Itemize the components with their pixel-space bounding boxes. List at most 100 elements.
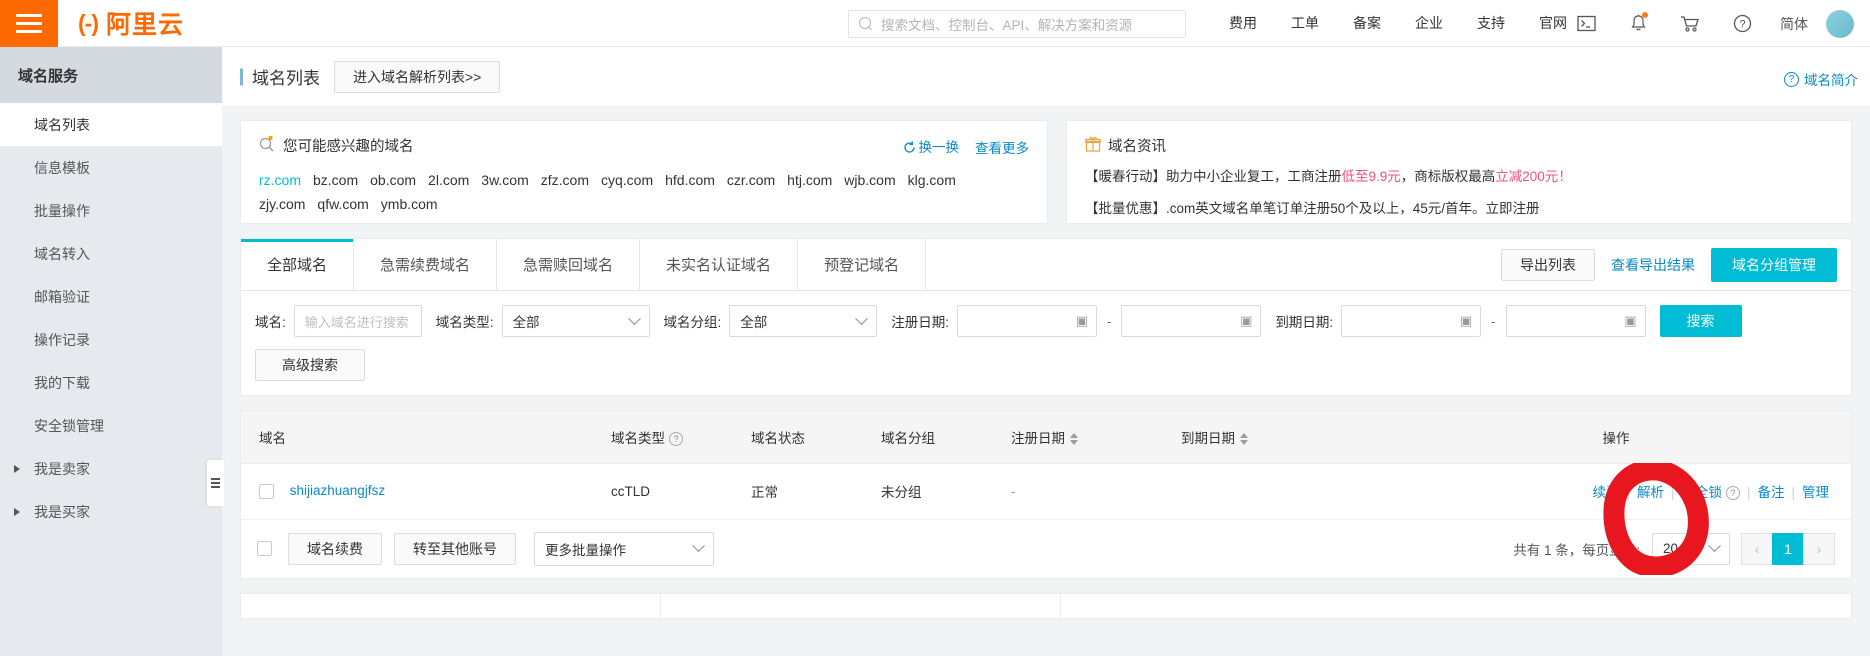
action-renew-link[interactable]: 续费 (1592, 485, 1619, 500)
row-checkbox[interactable] (259, 483, 274, 499)
sidebar-item-domain-list[interactable]: 域名列表 (0, 103, 222, 146)
calendar-icon: ▣ (1240, 313, 1253, 328)
sort-arrows-icon[interactable] (1240, 433, 1248, 446)
prev-page-button[interactable]: ‹ (1741, 532, 1773, 565)
question-mark-icon[interactable]: ? (1725, 486, 1740, 500)
page-size-select[interactable]: 20 (1652, 532, 1730, 565)
sidebar-item-my-downloads[interactable]: 我的下载 (0, 361, 222, 404)
domain-suggestion[interactable]: ob.com (370, 172, 416, 188)
domain-suggestion[interactable]: htj.com (787, 172, 832, 188)
page-header: 域名列表 进入域名解析列表>> ? 域名简介 (222, 47, 1870, 107)
global-search-box[interactable]: 搜索文档、控制台、API、解决方案和资源 (848, 10, 1186, 38)
bulk-transfer-account-button[interactable]: 转至其他账号 (394, 532, 516, 565)
terminal-icon[interactable] (1560, 0, 1612, 47)
next-page-button[interactable]: › (1803, 532, 1835, 565)
alibaba-cloud-logo[interactable]: (-) 阿里云 (78, 5, 184, 41)
sort-arrows-icon[interactable] (1070, 433, 1078, 446)
domain-table-card: 域名 域名类型? 域名状态 域名分组 注册日期 到期日期 操作 shijiazh… (240, 410, 1852, 579)
tab-redeem-urgent[interactable]: 急需赎回域名 (497, 239, 641, 290)
column-label: 域名分组 (881, 430, 935, 446)
nav-item-tickets[interactable]: 工单 (1274, 0, 1336, 47)
domain-suggestion[interactable]: bz.com (313, 172, 358, 188)
domain-type-select[interactable]: 全部 (501, 305, 650, 337)
domain-suggestion[interactable]: qfw.com (317, 196, 368, 212)
domain-suggestion[interactable]: wjb.com (844, 172, 895, 188)
domain-suggestion[interactable]: klg.com (908, 172, 956, 188)
exp-date-from-input[interactable]: ▣ (1341, 305, 1482, 337)
sidebar-item-security-lock[interactable]: 安全锁管理 (0, 404, 222, 447)
action-resolve-link[interactable]: 解析 (1637, 485, 1664, 500)
tab-unverified[interactable]: 未实名认证域名 (640, 239, 799, 290)
domain-suggestion[interactable]: zjy.com (259, 196, 305, 212)
domain-suggestion[interactable]: 2l.com (428, 172, 469, 188)
logo-mark-icon: (-) (78, 9, 99, 36)
sidebar-item-domain-transfer-in[interactable]: 域名转入 (0, 232, 222, 275)
tab-pre-registered[interactable]: 预登记域名 (798, 239, 927, 290)
export-list-button[interactable]: 导出列表 (1501, 248, 1595, 281)
nav-item-enterprise[interactable]: 企业 (1398, 0, 1460, 47)
sidebar-item-i-am-seller[interactable]: 我是卖家 (0, 447, 222, 490)
bulk-renew-button[interactable]: 域名续费 (288, 532, 382, 565)
notification-bell-icon[interactable] (1612, 0, 1664, 47)
hamburger-menu-icon[interactable] (0, 0, 58, 47)
action-remark-link[interactable]: 备注 (1757, 485, 1784, 500)
reg-date-to-input[interactable]: ▣ (1121, 305, 1262, 337)
sidebar-item-i-am-buyer[interactable]: 我是买家 (0, 490, 222, 533)
recommended-panel-title: 您可能感兴趣的域名 (283, 139, 414, 155)
domain-group-manage-button[interactable]: 域名分组管理 (1711, 247, 1837, 282)
refresh-recommendations-link[interactable]: 换一换 (903, 136, 959, 157)
exp-date-to-input[interactable]: ▣ (1505, 305, 1646, 337)
view-more-domains-link[interactable]: 查看更多 (975, 137, 1029, 157)
column-label: 操作 (1602, 430, 1630, 446)
bulk-more-operations-value: 更多批量操作 (545, 542, 626, 558)
nav-item-icp[interactable]: 备案 (1336, 0, 1398, 47)
shopping-cart-icon[interactable] (1664, 0, 1716, 47)
sidebar-item-email-verification[interactable]: 邮箱验证 (0, 275, 222, 318)
column-domain-type[interactable]: 域名类型? (611, 411, 751, 464)
page-number-1[interactable]: 1 (1772, 532, 1804, 565)
advanced-search-button[interactable]: 高级搜索 (255, 349, 365, 381)
domain-search-input[interactable]: 输入域名进行搜索 (293, 305, 422, 337)
action-separator: | (1670, 485, 1675, 500)
domain-suggestion[interactable]: hfd.com (665, 172, 715, 188)
domain-suggestion[interactable]: cyq.com (601, 172, 653, 188)
column-registration-date[interactable]: 注册日期 (1011, 411, 1181, 464)
enter-dns-list-button[interactable]: 进入域名解析列表>> (334, 60, 501, 93)
sidebar-title: 域名服务 (0, 47, 222, 103)
bulk-more-operations-select[interactable]: 更多批量操作 (534, 531, 714, 566)
domain-suggestion[interactable]: zfz.com (541, 172, 589, 188)
help-circle-icon[interactable]: ? (1716, 0, 1768, 47)
domain-suggestion[interactable]: ymb.com (381, 196, 438, 212)
language-switcher[interactable]: 简体 (1768, 14, 1820, 34)
view-export-result-link[interactable]: 查看导出结果 (1611, 255, 1695, 275)
domain-suggestion[interactable]: rz.com (259, 172, 301, 188)
user-avatar[interactable] (1826, 9, 1854, 38)
sidebar-collapse-toggle[interactable] (207, 460, 224, 506)
search-button[interactable]: 搜索 (1659, 305, 1742, 337)
news-item-2[interactable]: 【批量优惠】.com英文域名单笔订单注册50个及以上，45元/首年。立即注册 (1085, 198, 1833, 220)
question-mark-icon: ? (1784, 71, 1799, 87)
action-manage-link[interactable]: 管理 (1802, 485, 1829, 500)
sidebar-item-bulk-operations[interactable]: 批量操作 (0, 189, 222, 232)
filter-card: 全部域名 急需续费域名 急需赎回域名 未实名认证域名 预登记域名 导出列表 查看… (240, 238, 1852, 396)
domain-suggestion[interactable]: czr.com (727, 172, 775, 188)
news-panel-header: 域名资讯 (1085, 135, 1833, 156)
sidebar-item-operation-records[interactable]: 操作记录 (0, 318, 222, 361)
nav-item-fees[interactable]: 费用 (1212, 0, 1274, 47)
domain-suggestion[interactable]: 3w.com (481, 172, 528, 188)
sidebar-item-info-template[interactable]: 信息模板 (0, 146, 222, 189)
reg-date-from-input[interactable]: ▣ (957, 305, 1098, 337)
tab-renewal-urgent[interactable]: 急需续费域名 (354, 239, 498, 290)
action-security-lock-link[interactable]: 安全锁 (1681, 485, 1722, 500)
sidebar-item-label: 安全锁管理 (34, 417, 104, 434)
question-mark-icon[interactable]: ? (669, 431, 683, 446)
column-expiry-date[interactable]: 到期日期 (1181, 411, 1381, 464)
select-all-checkbox[interactable] (257, 541, 272, 556)
domain-intro-link[interactable]: ? 域名简介 (1784, 69, 1858, 89)
tab-all-domains[interactable]: 全部域名 (241, 239, 355, 290)
nav-item-support[interactable]: 支持 (1460, 0, 1522, 47)
domain-name-link[interactable]: shijiazhuangjfsz (290, 483, 385, 498)
global-topbar: (-) 阿里云 搜索文档、控制台、API、解决方案和资源 费用 工单 备案 企业… (0, 0, 1870, 47)
news-item-1[interactable]: 【暖春行动】助力中小企业复工，工商注册低至9.9元，商标版权最高立减200元！ (1085, 166, 1833, 188)
domain-group-select[interactable]: 全部 (729, 305, 878, 337)
